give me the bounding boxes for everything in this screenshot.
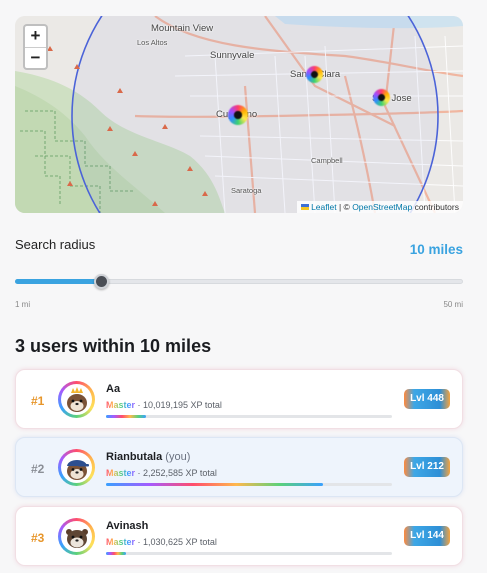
xp-progress-fill: [106, 483, 324, 486]
xp-progress-fill: [106, 552, 127, 555]
user-tier: Master: [106, 468, 136, 478]
xp-progress-fill: [106, 415, 147, 418]
user-meta: Master · 1,030,625 XP total: [106, 537, 217, 547]
otter-cap-icon: [66, 459, 89, 480]
xp-progress-bar: [106, 483, 392, 486]
user-card[interactable]: #3 Avinash Master · 1,030,625 XP total L…: [15, 506, 463, 566]
map-label-saratoga: Saratoga: [231, 186, 262, 195]
map-label-sunnyvale: Sunnyvale: [210, 50, 255, 61]
user-xp: · 2,252,585 XP total: [135, 468, 217, 478]
user-card-current[interactable]: #2 Rianbutala (you) Master · 2,252,585 X…: [15, 437, 463, 497]
user-rank: #1: [31, 394, 45, 408]
results-heading: 3 users within 10 miles: [15, 336, 212, 356]
openstreetmap-link[interactable]: OpenStreetMap: [352, 202, 412, 212]
otter-icon: [65, 528, 88, 548]
map[interactable]: Mountain View Los Altos Sunnyvale Santa …: [15, 16, 463, 213]
radius-slider-fill: [15, 279, 102, 284]
user-card[interactable]: #1 Aa Master · 10,019,195 XP total Lvl 4…: [15, 369, 463, 429]
radius-slider-thumb[interactable]: [93, 274, 109, 289]
xp-progress-bar: [106, 552, 392, 555]
user-tier: Master: [106, 537, 136, 547]
user-meta: Master · 2,252,585 XP total: [106, 468, 217, 478]
user-avatar: [58, 518, 95, 555]
attribution-suffix: contributors: [414, 202, 459, 212]
map-attribution: Leaflet | © OpenStreetMap contributors: [297, 201, 463, 213]
map-label-campbell: Campbell: [311, 156, 343, 165]
map-label-mountain-view: Mountain View: [151, 23, 214, 34]
zoom-in-button[interactable]: +: [25, 26, 46, 47]
user-rank: #2: [31, 462, 45, 476]
user-xp: · 10,019,195 XP total: [135, 400, 222, 410]
level-badge: Lvl 144: [404, 526, 450, 546]
attribution-separator: | ©: [338, 202, 350, 212]
user-avatar: [58, 449, 95, 486]
user-marker[interactable]: [306, 66, 323, 83]
user-avatar: [58, 381, 95, 418]
radius-max-label: 50 mi: [443, 300, 463, 309]
you-tag: (you): [165, 451, 191, 463]
level-badge: Lvl 448: [404, 389, 450, 409]
user-rank: #3: [31, 531, 45, 545]
ukraine-flag-icon: [301, 204, 310, 210]
search-radius-value: 10 miles: [409, 242, 463, 257]
user-meta: Master · 10,019,195 XP total: [106, 400, 222, 410]
user-name: Aa: [106, 383, 121, 395]
level-badge: Lvl 212: [404, 457, 450, 477]
user-name: Rianbutala (you): [106, 451, 191, 463]
zoom-control: + −: [23, 24, 48, 70]
zoom-out-button[interactable]: −: [25, 47, 46, 68]
user-marker[interactable]: [373, 89, 390, 106]
otter-crown-icon: [66, 386, 87, 412]
user-name: Avinash: [106, 520, 149, 532]
user-xp: · 1,030,625 XP total: [135, 537, 217, 547]
radius-min-label: 1 mi: [15, 300, 31, 309]
user-tier: Master: [106, 400, 136, 410]
xp-progress-bar: [106, 415, 392, 418]
map-label-los-altos: Los Altos: [137, 38, 168, 47]
leaflet-link[interactable]: Leaflet: [311, 202, 337, 212]
search-radius-label: Search radius: [15, 237, 96, 252]
user-marker[interactable]: [228, 105, 248, 125]
